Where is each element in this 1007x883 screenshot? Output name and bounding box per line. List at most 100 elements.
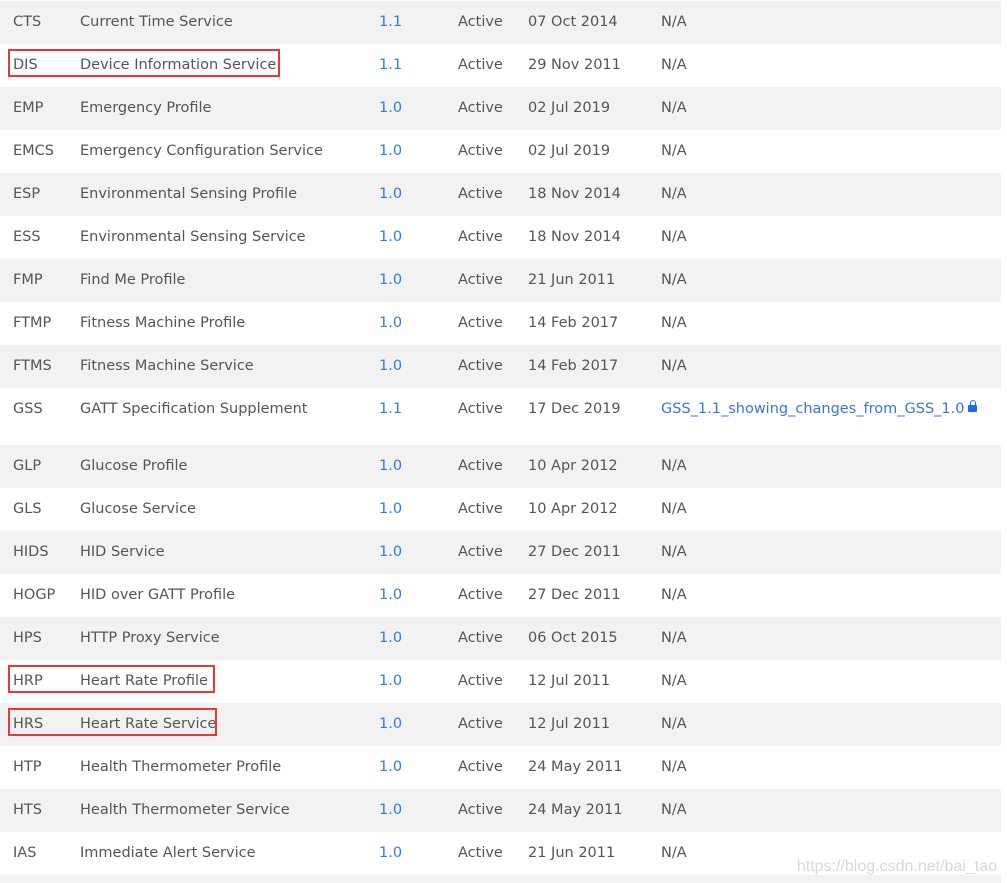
spec-version-link[interactable]: 1.0 (379, 629, 402, 647)
spec-document: N/A (661, 715, 687, 733)
spec-document: N/A (661, 185, 687, 203)
spec-document-text: N/A (661, 315, 687, 331)
spec-date-text: 12 Jul 2011 (528, 673, 611, 689)
spec-name-text: Current Time Service (80, 14, 233, 30)
spec-document-text: N/A (661, 544, 687, 560)
spec-status: Active (458, 758, 503, 776)
spec-version-link-text[interactable]: 1.0 (379, 100, 402, 116)
lock-icon (968, 400, 978, 412)
spec-document: N/A (661, 500, 687, 518)
spec-version-link[interactable]: 1.1 (379, 56, 402, 74)
spec-version-link-text[interactable]: 1.0 (379, 143, 402, 159)
spec-version-link-text[interactable]: 1.0 (379, 716, 402, 732)
spec-date: 17 Dec 2019 (528, 400, 621, 418)
spec-version-link[interactable]: 1.0 (379, 715, 402, 733)
table-row: HRS Heart Rate Service 1.0 Active 12 Jul 201… (0, 703, 1001, 746)
spec-document-text: N/A (661, 143, 687, 159)
spec-name-text: HID over GATT Profile (80, 587, 236, 603)
table-row: HPS HTTP Proxy Service 1.0 Active 06 Oct 201… (0, 617, 1001, 660)
spec-version-link-text[interactable]: 1.0 (379, 315, 402, 331)
spec-version-link[interactable]: 1.0 (379, 228, 402, 246)
spec-version-link-text[interactable]: 1.0 (379, 358, 402, 374)
spec-code: ESS (13, 228, 41, 246)
spec-version-link-text[interactable]: 1.1 (379, 14, 402, 30)
spec-version-link[interactable]: 1.1 (379, 400, 402, 418)
spec-name: Glucose Service (80, 500, 196, 518)
spec-date-text: 21 Jun 2011 (528, 845, 616, 861)
spec-version-link[interactable]: 1.0 (379, 844, 402, 862)
spec-version-link[interactable]: 1.0 (379, 271, 402, 289)
spec-version-link[interactable]: 1.0 (379, 357, 402, 375)
spec-status: Active (458, 457, 503, 475)
spec-document-text: N/A (661, 57, 687, 73)
spec-date-text: 06 Oct 2015 (528, 630, 618, 646)
spec-version-link[interactable]: 1.0 (379, 586, 402, 604)
spec-version-link[interactable]: 1.0 (379, 185, 402, 203)
spec-code: FTMP (13, 314, 51, 332)
spec-document-text[interactable]: GSS_1.1_showing_changes_from_GSS_1.0 (661, 401, 964, 417)
table-row: ESS Environmental Sensing Service 1.0 Activ… (0, 216, 1001, 259)
spec-status-text: Active (458, 14, 503, 30)
spec-name: Health Thermometer Service (80, 801, 290, 819)
spec-version-link-text[interactable]: 1.0 (379, 673, 402, 689)
spec-date: 10 Apr 2012 (528, 500, 618, 518)
spec-code: GSS (13, 400, 43, 418)
spec-status-text: Active (458, 544, 503, 560)
spec-document: N/A (661, 314, 687, 332)
spec-code-text: HTP (13, 759, 42, 775)
spec-status-text: Active (458, 401, 503, 417)
spec-date-text: 24 May 2011 (528, 759, 623, 775)
spec-document-text: N/A (661, 673, 687, 689)
spec-document: N/A (661, 543, 687, 561)
spec-version-link[interactable]: 1.0 (379, 672, 402, 690)
spec-document: N/A (661, 228, 687, 246)
spec-version-link-text[interactable]: 1.0 (379, 501, 402, 517)
spec-date-text: 29 Nov 2011 (528, 57, 621, 73)
spec-version-link-text[interactable]: 1.0 (379, 587, 402, 603)
spec-status-text: Active (458, 673, 503, 689)
spec-version-link[interactable]: 1.0 (379, 142, 402, 160)
spec-date: 18 Nov 2014 (528, 228, 621, 246)
spec-status: Active (458, 586, 503, 604)
spec-name: Find Me Profile (80, 271, 185, 289)
spec-status-text: Active (458, 100, 503, 116)
spec-document: N/A (661, 142, 687, 160)
spec-version-link[interactable]: 1.0 (379, 99, 402, 117)
spec-version-link-text[interactable]: 1.0 (379, 630, 402, 646)
spec-date-text: 14 Feb 2017 (528, 358, 619, 374)
spec-document-text: N/A (661, 802, 687, 818)
spec-document[interactable]: GSS_1.1_showing_changes_from_GSS_1.0 (661, 400, 978, 418)
spec-version-link-text[interactable]: 1.1 (379, 57, 402, 73)
spec-code: HTS (13, 801, 42, 819)
spec-version-link-text[interactable]: 1.0 (379, 802, 402, 818)
spec-name: GATT Specification Supplement (80, 400, 307, 418)
spec-version-link-text[interactable]: 1.1 (379, 401, 402, 417)
spec-name: Fitness Machine Service (80, 357, 254, 375)
spec-status-text: Active (458, 501, 503, 517)
spec-document: N/A (661, 801, 687, 819)
table-row: FTMP Fitness Machine Profile 1.0 Active 14 F… (0, 302, 1001, 345)
spec-version-link-text[interactable]: 1.0 (379, 272, 402, 288)
spec-version-link-text[interactable]: 1.0 (379, 229, 402, 245)
spec-status: Active (458, 844, 503, 862)
spec-version-link[interactable]: 1.1 (379, 13, 402, 31)
spec-version-link[interactable]: 1.0 (379, 758, 402, 776)
highlight-box (8, 708, 217, 736)
spec-version-link-text[interactable]: 1.0 (379, 458, 402, 474)
spec-status: Active (458, 543, 503, 561)
spec-date-text: 18 Nov 2014 (528, 186, 621, 202)
spec-code: HIDS (13, 543, 49, 561)
spec-version-link[interactable]: 1.0 (379, 543, 402, 561)
spec-version-link-text[interactable]: 1.0 (379, 544, 402, 560)
spec-version-link[interactable]: 1.0 (379, 801, 402, 819)
spec-version-link-text[interactable]: 1.0 (379, 845, 402, 861)
spec-status: Active (458, 13, 503, 31)
spec-version-link-text[interactable]: 1.0 (379, 759, 402, 775)
spec-version-link[interactable]: 1.0 (379, 500, 402, 518)
spec-version-link[interactable]: 1.0 (379, 314, 402, 332)
spec-version-link[interactable]: 1.0 (379, 457, 402, 475)
spec-version-link-text[interactable]: 1.0 (379, 186, 402, 202)
table-row: HTP Health Thermometer Profile 1.0 Active 24… (0, 746, 1001, 789)
spec-name: Emergency Configuration Service (80, 142, 323, 160)
spec-status-text: Active (458, 759, 503, 775)
